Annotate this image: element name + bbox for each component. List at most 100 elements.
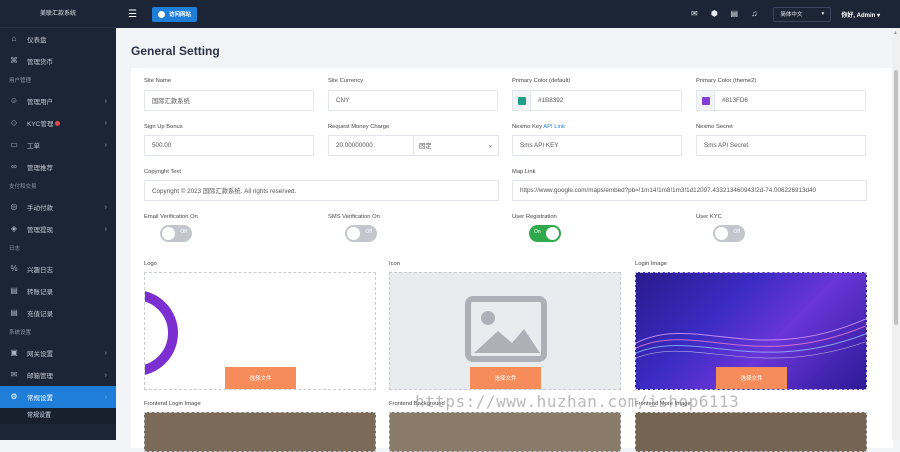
- signup-bonus-input[interactable]: 500.00: [144, 135, 314, 156]
- site-name-input[interactable]: 国际汇款系统: [144, 90, 314, 111]
- sms-verification-toggle[interactable]: Off: [345, 225, 377, 242]
- primary-color-theme2-value: #813FD6: [722, 97, 748, 104]
- sidebar-subitem-general[interactable]: 常规设置: [0, 408, 116, 424]
- chevron-down-icon: ⌄: [487, 142, 493, 149]
- request-money-charge-input[interactable]: 20.00000000: [328, 135, 414, 156]
- nexmo-key-label-text: Nexmo Key: [512, 124, 542, 130]
- toggle-knob: [347, 227, 360, 240]
- login-image-upload-button[interactable]: 选择文件: [716, 367, 787, 389]
- copyright-label: Copyright Text: [144, 169, 181, 175]
- user-kyc-label: User KYC: [696, 214, 722, 220]
- login-image-box: 选择文件: [635, 272, 867, 390]
- document-icon[interactable]: ▤: [729, 9, 739, 19]
- nexmo-secret-input[interactable]: Sms API Secret: [696, 135, 866, 156]
- sidebar-menu: ⌂ 仪表盘 ⌘ 管理货币 用户管理 ☺ 管理用户 › ◇ KYC管理 › ▭ 工单 › ∞ 管理推荐 支付和交易…: [0, 28, 116, 424]
- sidebar-section-title: 用户管理: [9, 78, 32, 84]
- sidebar: 美联汇款系统 ⌂ 仪表盘 ⌘ 管理货币用户管理 ☺ 管理用户 › ◇ KYC管理 › ▭ 工单 › ∞ 管理…: [0, 0, 116, 440]
- sidebar-item[interactable]: ◎ 手动付款 ›: [0, 196, 116, 218]
- sidebar-item-label: 常规设置: [27, 395, 53, 402]
- logo-upload-button[interactable]: 选择文件: [225, 367, 296, 389]
- sidebar-item-label: 充值记录: [27, 311, 53, 318]
- sidebar-item[interactable]: % 兴趣日志: [0, 258, 116, 280]
- top-right-tools: ✉ ⬢ ▤ ♫ 简体中文 ▾ 你好, Admin ▾: [689, 0, 880, 28]
- icon-label: Icon: [389, 261, 400, 267]
- brand-name: 美联汇款系统: [0, 0, 116, 28]
- chevron-right-icon: ›: [104, 97, 107, 105]
- sidebar-item-label: 管理货币: [27, 59, 53, 66]
- primary-color-default-input[interactable]: #1B8392: [512, 90, 682, 111]
- sidebar-item-label: 手动付款: [27, 205, 53, 212]
- page-scrollbar[interactable]: ▲: [892, 28, 900, 440]
- icon-upload-button[interactable]: 选择文件: [470, 367, 541, 389]
- toggle-knob: [546, 227, 559, 240]
- sidebar-item-label: KYC管理: [27, 121, 54, 128]
- toggle-text: On: [534, 229, 541, 235]
- chevron-right-icon: ›: [104, 349, 107, 357]
- logo-image-box: 选择文件: [144, 272, 376, 390]
- color-swatch[interactable]: [513, 91, 531, 110]
- charge-type-select[interactable]: 固定 ⌄: [413, 135, 499, 156]
- primary-color-default-value: #1B8392: [538, 97, 564, 104]
- primary-color-default-label: Primary Color (default): [512, 78, 571, 84]
- sidebar-item[interactable]: ✉ 邮箱管理 ›: [0, 364, 116, 386]
- bell-icon[interactable]: ♫: [749, 9, 759, 19]
- primary-color-theme2-input[interactable]: #813FD6: [696, 90, 866, 111]
- email-verification-toggle[interactable]: Off: [160, 225, 192, 242]
- site-currency-label: Site Currency: [328, 78, 364, 84]
- cube-icon[interactable]: ⬢: [709, 9, 719, 19]
- sidebar-item[interactable]: ☺ 管理用户 ›: [0, 90, 116, 112]
- color-swatch-fill: [517, 96, 526, 105]
- admin-menu[interactable]: 你好, Admin ▾: [841, 10, 880, 19]
- main-content: General Setting Site Name 国际汇款系统 Site Cu…: [116, 28, 893, 452]
- user-registration-toggle[interactable]: On: [529, 225, 561, 242]
- sidebar-item-label: 仪表盘: [27, 37, 47, 44]
- signup-bonus-label: Sign Up Bonus: [144, 124, 183, 130]
- chevron-right-icon: ›: [104, 393, 107, 401]
- sidebar-section-title: 系统设置: [9, 330, 32, 336]
- file-icon: ▤: [10, 308, 18, 317]
- toggle-text: Off: [733, 229, 740, 235]
- site-currency-input[interactable]: CNY: [328, 90, 498, 111]
- toggle-knob: [162, 227, 175, 240]
- nexmo-key-input[interactable]: Sms API KEY: [512, 135, 682, 156]
- sidebar-item-label: 兴趣日志: [27, 267, 53, 274]
- api-link[interactable]: API Link: [543, 124, 565, 130]
- language-select[interactable]: 简体中文 ▾: [773, 6, 832, 22]
- toggle-text: Off: [365, 229, 372, 235]
- menu-toggle-icon[interactable]: ☰: [128, 9, 142, 20]
- mail-icon: ✉: [10, 370, 18, 379]
- charge-type-value: 固定: [419, 143, 432, 150]
- visit-site-button[interactable]: 访问网站: [152, 6, 198, 22]
- sidebar-item[interactable]: ⚙ 常规设置 ›: [0, 386, 116, 408]
- page-title: General Setting: [131, 44, 220, 58]
- sidebar-item[interactable]: ◈ 管理提现 ›: [0, 218, 116, 240]
- settings-card: Site Name 国际汇款系统 Site Currency CNY Prima…: [131, 68, 893, 452]
- sidebar-item[interactable]: ▭ 工单 ›: [0, 134, 116, 156]
- mail-icon[interactable]: ✉: [689, 9, 699, 19]
- cube-icon: ◈: [10, 224, 18, 233]
- sidebar-item[interactable]: ▤ 充值记录: [0, 302, 116, 324]
- scroll-up-icon[interactable]: ▲: [893, 30, 898, 36]
- scrollbar-thumb[interactable]: [894, 70, 898, 325]
- top-bar: ☰ 访问网站 ✉ ⬢ ▤ ♫ 简体中文 ▾ 你好, Admin ▾: [116, 0, 900, 28]
- sidebar-item[interactable]: ∞ 管理推荐: [0, 156, 116, 178]
- sidebar-section-title: 日志: [9, 246, 21, 252]
- copyright-input[interactable]: Copyright © 2023 国际汇款系统. All rights rese…: [144, 180, 499, 201]
- sidebar-item[interactable]: ▣ 网关设置 ›: [0, 342, 116, 364]
- sidebar-item[interactable]: ▤ 转账记录: [0, 280, 116, 302]
- toggle-text: Off: [180, 229, 187, 235]
- sidebar-item[interactable]: ⌘ 管理货币: [0, 50, 116, 72]
- ticket-icon: ▭: [10, 140, 18, 149]
- shield-icon: ◇: [10, 118, 18, 127]
- sidebar-item-label: 邮箱管理: [27, 373, 53, 380]
- sidebar-item[interactable]: ⌂ 仪表盘: [0, 28, 116, 50]
- sidebar-item[interactable]: ◇ KYC管理 ›: [0, 112, 116, 134]
- chevron-right-icon: ›: [104, 119, 107, 127]
- request-money-charge-label: Request Money Charge: [328, 124, 390, 130]
- map-link-input[interactable]: https://www.google.com/maps/embed?pb=!1m…: [512, 180, 867, 201]
- user-kyc-toggle[interactable]: Off: [713, 225, 745, 242]
- globe-icon: [158, 10, 165, 18]
- chevron-right-icon: ›: [104, 371, 107, 379]
- color-swatch[interactable]: [697, 91, 715, 110]
- admin-name: 你好, Admin: [841, 12, 876, 19]
